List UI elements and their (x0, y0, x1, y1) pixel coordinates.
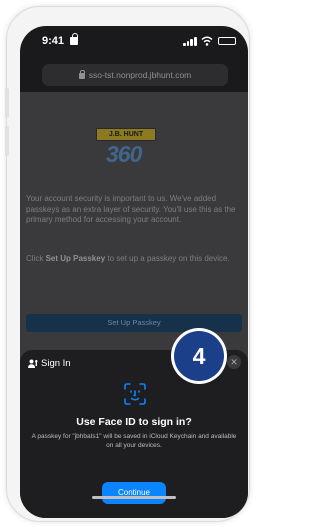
instruction-prefix: Click (26, 254, 46, 263)
logo-360: 360 (106, 141, 142, 167)
face-id-icon (124, 383, 146, 405)
step-number: 4 (174, 331, 224, 381)
lock-icon (70, 33, 78, 45)
home-indicator (92, 496, 176, 499)
step-number-badge: 4 (171, 328, 227, 384)
status-time: 9:41 (42, 35, 65, 47)
sheet-header-label: Sign In (41, 358, 71, 369)
battery-icon (218, 37, 236, 45)
jb-hunt-logo: J.B. HUNT (96, 128, 156, 141)
continue-button[interactable]: Continue (102, 482, 166, 504)
wifi-icon (201, 36, 213, 46)
cellular-signal-icon (183, 37, 197, 46)
padlock-icon (78, 70, 85, 79)
phone-screen: 9:41 sso-tst.nonprod.jbhunt.com J.B. HUN… (20, 26, 248, 518)
instruction-suffix: to set up a passkey on this device. (105, 254, 230, 263)
person-key-icon (28, 359, 38, 368)
url-text: sso-tst.nonprod.jbhunt.com (88, 70, 192, 80)
setup-instruction: Click Set Up Passkey to set up a passkey… (26, 254, 242, 265)
status-bar: 9:41 (20, 26, 248, 60)
volume-down-button (5, 126, 9, 156)
address-bar[interactable]: sso-tst.nonprod.jbhunt.com (42, 64, 228, 86)
instruction-bold: Set Up Passkey (45, 254, 106, 263)
sheet-header: Sign In (28, 358, 71, 369)
security-message: Your account security is important to us… (26, 194, 236, 225)
sheet-description: A passkey for "jbhbats1" will be saved i… (31, 433, 237, 449)
sheet-title: Use Face ID to sign in? (76, 416, 192, 428)
volume-up-button (5, 88, 9, 118)
close-button[interactable]: ✕ (227, 355, 241, 369)
